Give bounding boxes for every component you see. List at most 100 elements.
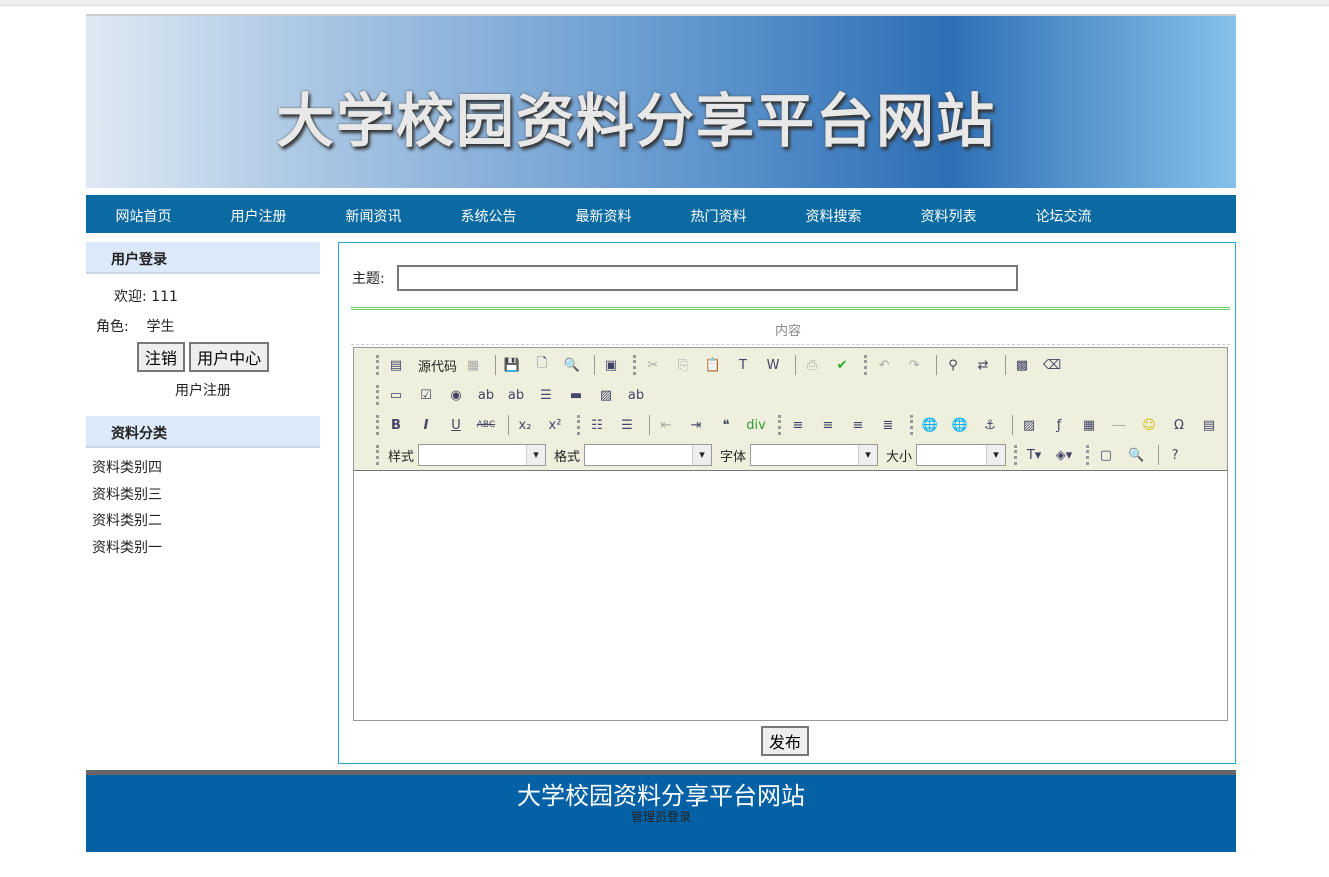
select-all-icon[interactable]: ▩ bbox=[1010, 354, 1034, 376]
main-nav: 网站首页 用户注册 新闻资讯 系统公告 最新资料 热门资料 资料搜索 资料列表 … bbox=[86, 195, 1236, 233]
footer: 大学校园资料分享平台网站 管理员登录 bbox=[86, 770, 1236, 852]
format-select[interactable] bbox=[584, 444, 713, 466]
align-right-icon[interactable]: ≡ bbox=[846, 414, 870, 436]
textarea-icon[interactable]: ab bbox=[504, 384, 528, 406]
role-value: 学生 bbox=[146, 319, 175, 335]
nav-notice[interactable]: 系统公告 bbox=[431, 195, 546, 233]
template-icon[interactable]: ▦ bbox=[461, 354, 485, 376]
source-icon[interactable]: ▤ bbox=[384, 354, 408, 376]
unlink-icon[interactable]: 🌐 bbox=[948, 414, 972, 436]
bg-color-icon[interactable]: ◈▾ bbox=[1052, 444, 1076, 466]
special-char-icon[interactable]: Ω bbox=[1167, 414, 1191, 436]
welcome-text: 欢迎: 111 bbox=[114, 289, 178, 305]
italic-icon[interactable]: I bbox=[414, 414, 438, 436]
hr-icon[interactable]: ― bbox=[1107, 414, 1131, 436]
superscript-icon[interactable]: x² bbox=[543, 414, 567, 436]
source-button[interactable]: 源代码 bbox=[418, 356, 457, 375]
print-icon[interactable]: ⎙ bbox=[800, 354, 824, 376]
style-select[interactable] bbox=[418, 444, 547, 466]
radio-icon[interactable]: ◉ bbox=[444, 384, 468, 406]
logout-button[interactable]: 注销 bbox=[136, 342, 185, 372]
templates-icon[interactable]: ▣ bbox=[599, 354, 623, 376]
sidebar: 用户登录 欢迎: 111 角色: 学生 注销 用户中心 用户注册 资料分类 资料… bbox=[86, 242, 320, 564]
outdent-icon[interactable]: ⇤ bbox=[654, 414, 678, 436]
nav-forum[interactable]: 论坛交流 bbox=[1006, 195, 1121, 233]
save-icon[interactable]: 💾 bbox=[500, 354, 524, 376]
font-label: 字体 bbox=[720, 449, 747, 465]
nav-latest[interactable]: 最新资料 bbox=[546, 195, 661, 233]
divider bbox=[351, 344, 1230, 345]
category-item[interactable]: 资料类别一 bbox=[92, 538, 320, 565]
hidden-field-icon[interactable]: ab bbox=[624, 384, 648, 406]
banner: 大学校园资料分享平台网站 bbox=[86, 14, 1236, 188]
replace-icon[interactable]: ⇄ bbox=[971, 354, 995, 376]
nav-home[interactable]: 网站首页 bbox=[86, 195, 201, 233]
category-item[interactable]: 资料类别三 bbox=[92, 485, 320, 512]
text-color-icon[interactable]: T▾ bbox=[1022, 444, 1046, 466]
font-select[interactable] bbox=[750, 444, 879, 466]
publish-button[interactable]: 发布 bbox=[761, 726, 810, 756]
div-icon[interactable]: div bbox=[744, 414, 768, 436]
smiley-icon[interactable]: ☺ bbox=[1137, 414, 1161, 436]
format-label: 格式 bbox=[554, 449, 581, 465]
blockquote-icon[interactable]: ❝ bbox=[714, 414, 738, 436]
anchor-icon[interactable]: ⚓ bbox=[978, 414, 1002, 436]
button-icon[interactable]: ▬ bbox=[564, 384, 588, 406]
help-icon[interactable]: ? bbox=[1163, 444, 1187, 466]
copy-icon[interactable]: ⎘ bbox=[671, 354, 695, 376]
redo-icon[interactable]: ↷ bbox=[902, 354, 926, 376]
size-select[interactable] bbox=[916, 444, 1007, 466]
textfield-icon[interactable]: ab bbox=[474, 384, 498, 406]
nav-list[interactable]: 资料列表 bbox=[891, 195, 1006, 233]
image-icon[interactable]: ▨ bbox=[1017, 414, 1041, 436]
nav-search[interactable]: 资料搜索 bbox=[776, 195, 891, 233]
image-button-icon[interactable]: ▨ bbox=[594, 384, 618, 406]
table-icon[interactable]: ▦ bbox=[1077, 414, 1101, 436]
strike-icon[interactable]: ABC bbox=[474, 414, 498, 436]
nav-news[interactable]: 新闻资讯 bbox=[316, 195, 431, 233]
form-icon[interactable]: ▭ bbox=[384, 384, 408, 406]
paste-icon[interactable]: 📋 bbox=[701, 354, 725, 376]
cut-icon[interactable]: ✂ bbox=[641, 354, 665, 376]
admin-login-link[interactable]: 管理员登录 bbox=[86, 808, 1236, 825]
checkbox-icon[interactable]: ☑ bbox=[414, 384, 438, 406]
subscript-icon[interactable]: x₂ bbox=[513, 414, 537, 436]
indent-icon[interactable]: ⇥ bbox=[684, 414, 708, 436]
align-left-icon[interactable]: ≡ bbox=[786, 414, 810, 436]
find-icon[interactable]: ⚲ bbox=[941, 354, 965, 376]
flash-icon[interactable]: ƒ bbox=[1047, 414, 1071, 436]
remove-format-icon[interactable]: ⌫ bbox=[1040, 354, 1064, 376]
category-item[interactable]: 资料类别二 bbox=[92, 511, 320, 538]
user-center-button[interactable]: 用户中心 bbox=[189, 342, 270, 372]
underline-icon[interactable]: U bbox=[444, 414, 468, 436]
maximize-icon[interactable]: ▢ bbox=[1094, 444, 1118, 466]
post-form: 主题: 内容 ▤ 源代码 ▦ 💾 🗋 🔍 ▣ ✂ ⎘ 📋 T W ⎙ ✔ ↶ ↷ ⚲ ⇄ ▩ ⌫ ▭ ☑… bbox=[338, 242, 1236, 764]
nav-register[interactable]: 用户注册 bbox=[201, 195, 316, 233]
select-icon[interactable]: ☰ bbox=[534, 384, 558, 406]
page-break-icon[interactable]: ▤ bbox=[1197, 414, 1221, 436]
show-blocks-icon[interactable]: 🔍 bbox=[1124, 444, 1148, 466]
editor-content-area[interactable] bbox=[354, 470, 1227, 720]
footer-title: 大学校园资料分享平台网站 bbox=[517, 782, 805, 810]
page: 大学校园资料分享平台网站 网站首页 用户注册 新闻资讯 系统公告 最新资料 热门… bbox=[86, 14, 1236, 852]
subject-input[interactable] bbox=[397, 265, 1018, 291]
category-item[interactable]: 资料类别四 bbox=[92, 458, 320, 485]
register-link[interactable]: 用户注册 bbox=[86, 380, 320, 400]
paste-text-icon[interactable]: T bbox=[731, 354, 755, 376]
undo-icon[interactable]: ↶ bbox=[872, 354, 896, 376]
new-page-icon[interactable]: 🗋 bbox=[530, 354, 554, 376]
preview-icon[interactable]: 🔍 bbox=[560, 354, 584, 376]
rich-text-editor: ▤ 源代码 ▦ 💾 🗋 🔍 ▣ ✂ ⎘ 📋 T W ⎙ ✔ ↶ ↷ ⚲ ⇄ ▩ ⌫ ▭ ☑ ◉ ab ab ☰ ▬… bbox=[353, 347, 1228, 721]
nav-hot[interactable]: 热门资料 bbox=[661, 195, 776, 233]
bullet-list-icon[interactable]: ☰ bbox=[615, 414, 639, 436]
link-icon[interactable]: 🌐 bbox=[918, 414, 942, 436]
bold-icon[interactable]: B bbox=[384, 414, 408, 436]
banner-title: 大学校园资料分享平台网站 bbox=[276, 87, 997, 155]
spellcheck-icon[interactable]: ✔ bbox=[830, 354, 854, 376]
browser-top bbox=[0, 0, 1329, 6]
align-center-icon[interactable]: ≡ bbox=[816, 414, 840, 436]
ordered-list-icon[interactable]: ☷ bbox=[585, 414, 609, 436]
justify-icon[interactable]: ≣ bbox=[876, 414, 900, 436]
subject-label: 主题: bbox=[352, 271, 385, 287]
paste-word-icon[interactable]: W bbox=[761, 354, 785, 376]
